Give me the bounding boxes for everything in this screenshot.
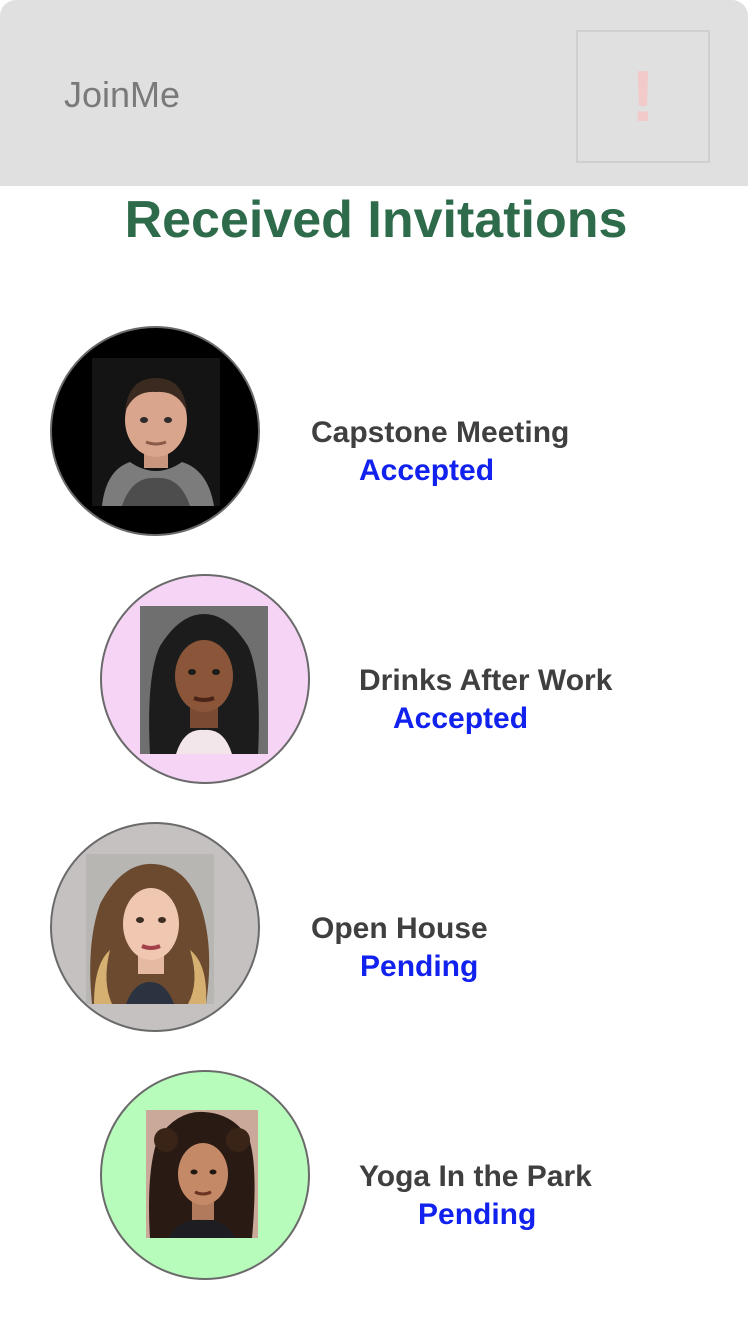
- event-name: Capstone Meeting: [311, 416, 570, 449]
- avatar-photo: [146, 1110, 258, 1238]
- exclamation-icon: !: [631, 56, 655, 137]
- invitation-row[interactable]: Yoga In the Park Pending: [0, 1070, 750, 1282]
- invitation-row[interactable]: Drinks After Work Accepted: [0, 574, 750, 786]
- avatar: [100, 1070, 310, 1280]
- status-badge: Accepted: [359, 454, 495, 487]
- event-name: Drinks After Work: [359, 664, 613, 697]
- alert-button[interactable]: !: [576, 30, 710, 163]
- avatar: [50, 822, 260, 1032]
- avatar-photo: [86, 854, 214, 1004]
- event-name: Open House: [311, 912, 488, 945]
- invitation-row[interactable]: Capstone Meeting Accepted: [0, 326, 750, 538]
- status-badge: Pending: [418, 1198, 537, 1231]
- status-badge: Pending: [360, 950, 479, 983]
- invitation-row[interactable]: Open House Pending: [0, 822, 750, 1034]
- avatar: [100, 574, 310, 784]
- page-title: Received Invitations: [124, 191, 628, 249]
- status-badge: Accepted: [393, 702, 529, 735]
- avatar-photo: [140, 606, 268, 754]
- avatar: [50, 326, 260, 536]
- event-name: Yoga In the Park: [359, 1160, 592, 1193]
- app-title: JoinMe: [64, 74, 181, 115]
- avatar-photo: [92, 358, 220, 506]
- app-header: JoinMe !: [0, 0, 748, 186]
